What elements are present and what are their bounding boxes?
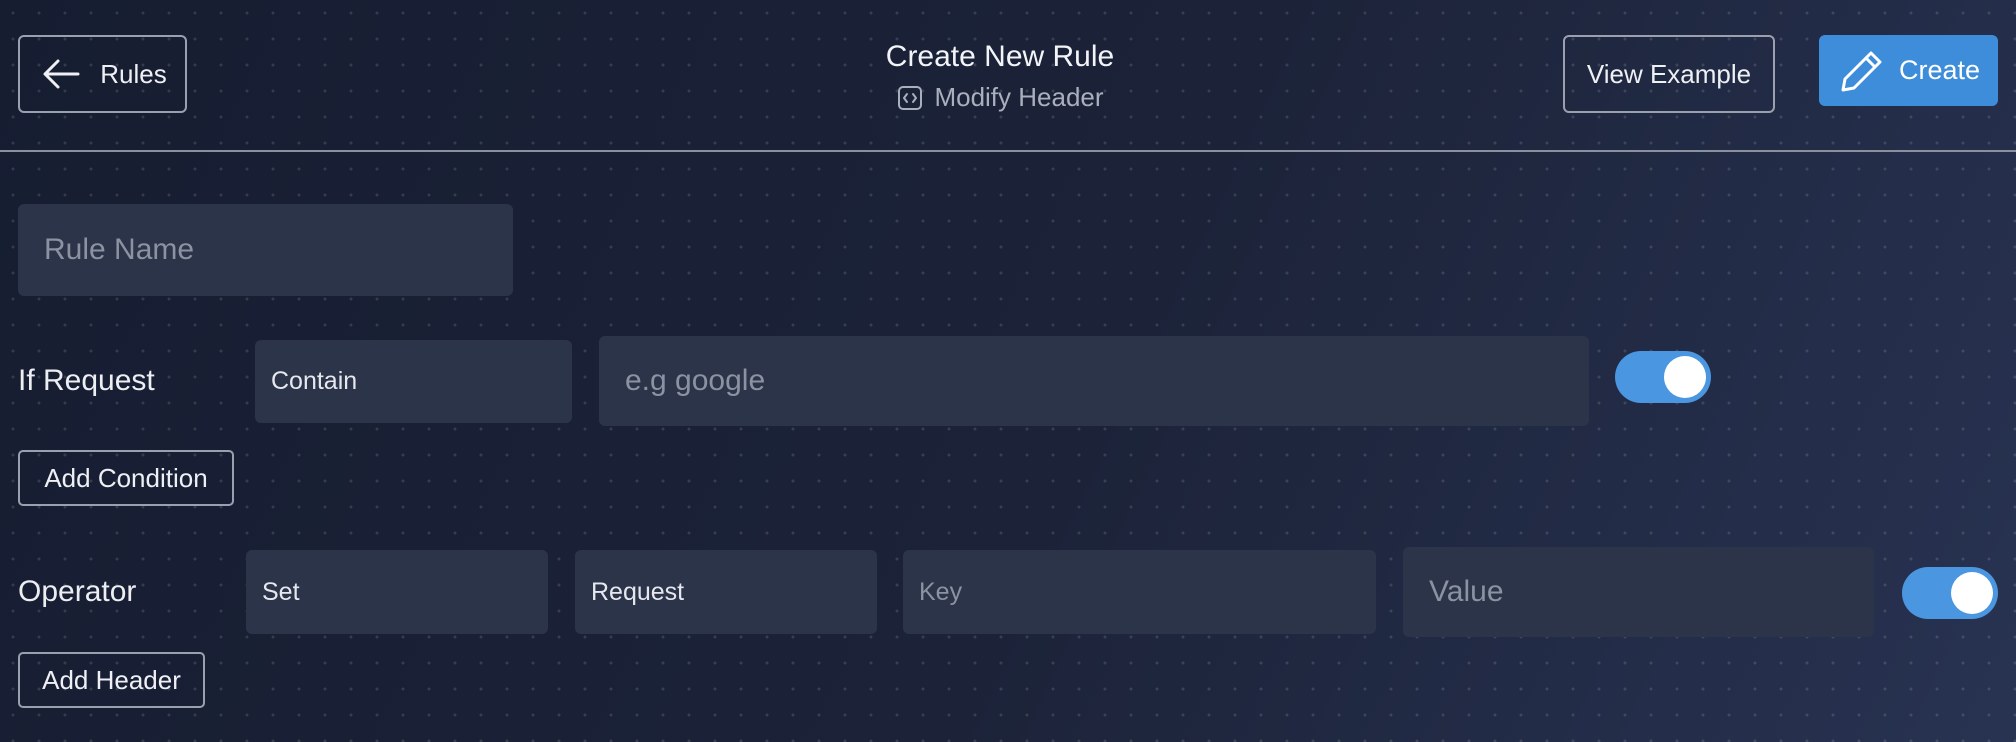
operator-enabled-toggle[interactable] bbox=[1902, 567, 1998, 619]
header-key-field[interactable] bbox=[903, 550, 1376, 634]
rule-type-subtitle: Modify Header bbox=[700, 82, 1300, 113]
pencil-icon bbox=[1841, 51, 1882, 91]
rule-name-field[interactable] bbox=[18, 204, 513, 296]
create-button[interactable]: Create bbox=[1819, 35, 1998, 106]
subtitle-text: Modify Header bbox=[934, 82, 1104, 112]
view-example-button[interactable]: View Example bbox=[1563, 35, 1775, 113]
page-title-block: Create New Rule Modify Header bbox=[700, 40, 1300, 113]
toggle-knob bbox=[1664, 356, 1706, 398]
header-value-field[interactable] bbox=[1403, 547, 1874, 637]
code-icon bbox=[898, 85, 923, 110]
operator-action-select[interactable]: Set bbox=[246, 550, 548, 634]
create-button-label: Create bbox=[1898, 55, 1981, 85]
rule-name-input[interactable] bbox=[18, 204, 513, 296]
back-button-label: Rules bbox=[100, 58, 167, 89]
header-value-input[interactable] bbox=[1403, 547, 1874, 637]
condition-enabled-toggle[interactable] bbox=[1615, 351, 1711, 403]
url-match-input[interactable] bbox=[599, 336, 1589, 426]
add-header-button[interactable]: Add Header bbox=[18, 652, 205, 708]
page-title: Create New Rule bbox=[885, 40, 1115, 73]
match-type-select[interactable]: Contain bbox=[255, 340, 572, 423]
back-to-rules-button[interactable]: Rules bbox=[18, 35, 187, 113]
url-match-field[interactable] bbox=[599, 336, 1589, 426]
page-header: Rules Create New Rule Modify Header View… bbox=[0, 0, 2016, 152]
if-request-label: If Request bbox=[18, 364, 155, 397]
operator-target-select[interactable]: Request bbox=[575, 550, 877, 634]
add-condition-button[interactable]: Add Condition bbox=[18, 450, 234, 506]
arrow-left-icon bbox=[43, 59, 80, 89]
toggle-knob bbox=[1951, 572, 1993, 614]
header-key-input[interactable] bbox=[903, 550, 1376, 634]
operator-label: Operator bbox=[18, 575, 137, 608]
